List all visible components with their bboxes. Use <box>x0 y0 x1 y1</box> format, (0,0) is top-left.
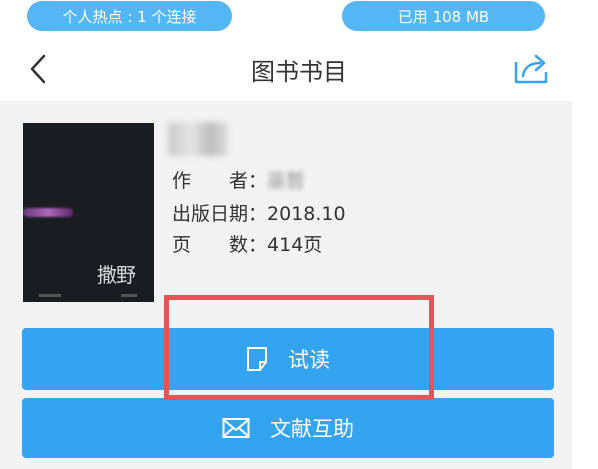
page-title: 图书书目 <box>251 58 347 86</box>
storage-status-pill: 已用 108 MB <box>342 1 545 31</box>
book-author-row: 作 者：巫哲 <box>172 166 305 193</box>
book-title-blurred <box>168 122 228 156</box>
share-icon <box>514 54 548 84</box>
storage-status-text: 已用 108 MB <box>397 7 490 26</box>
document-help-button[interactable]: 文献互助 <box>22 398 554 458</box>
cover-decoration <box>23 208 73 217</box>
pages-label: 页 数： <box>172 234 268 256</box>
author-value: 巫哲 <box>267 170 306 192</box>
publish-date-value: 2018.10 <box>267 203 346 225</box>
book-cover-image[interactable]: 撒野 <box>23 123 154 302</box>
document-help-label: 文献互助 <box>270 417 354 441</box>
cover-author-mark <box>121 294 137 297</box>
share-button[interactable] <box>512 52 552 86</box>
publish-date-label: 出版日期： <box>172 203 268 225</box>
book-pages-row: 页 数：414页 <box>172 230 322 257</box>
hotspot-status-text: 个人热点 : 1 个连接 <box>62 7 197 26</box>
navigation-bar: 图书书目 <box>0 44 598 94</box>
cover-publisher-mark <box>39 294 61 297</box>
cover-title-text: 撒野 <box>97 263 136 287</box>
envelope-icon <box>222 417 250 439</box>
author-label: 作 者： <box>172 170 268 192</box>
book-date-row: 出版日期：2018.10 <box>172 199 346 226</box>
annotation-highlight-box <box>164 295 434 400</box>
hotspot-status-pill: 个人热点 : 1 个连接 <box>27 1 232 31</box>
pages-value: 414页 <box>267 234 323 256</box>
